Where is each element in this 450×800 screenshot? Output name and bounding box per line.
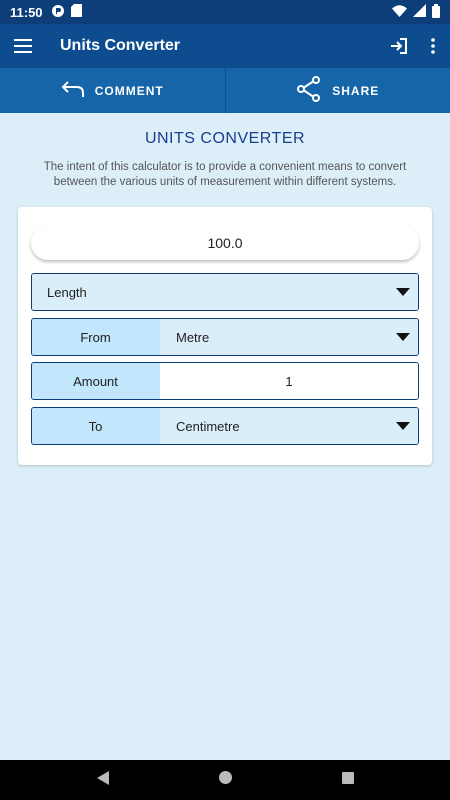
share-button[interactable]: SHARE [224, 68, 450, 113]
category-select[interactable]: Length [31, 273, 419, 311]
signal-icon [413, 4, 426, 20]
dropdown-arrow-icon [396, 288, 410, 296]
menu-icon[interactable] [0, 24, 46, 68]
system-nav-bar [0, 760, 450, 800]
app-title: Units Converter [60, 37, 181, 54]
intro-text: The intent of this calculator is to prov… [43, 161, 407, 188]
page-title: UNITS CONVERTER [144, 130, 306, 147]
sd-card-icon [70, 4, 82, 20]
from-unit-select[interactable]: Metre [160, 319, 418, 355]
category-value: Length [47, 284, 87, 300]
share-label: SHARE [332, 83, 380, 98]
notification-icon [51, 4, 65, 21]
from-row: From Metre [31, 318, 419, 356]
home-icon[interactable] [218, 771, 232, 789]
action-bar: COMMENT SHARE [0, 68, 450, 113]
share-icon [296, 76, 322, 105]
back-icon[interactable] [96, 770, 109, 790]
amount-row: Amount 1 [31, 362, 419, 400]
login-icon[interactable] [382, 24, 416, 68]
more-options-icon[interactable] [416, 24, 450, 68]
reply-arrow-icon [61, 80, 85, 101]
app-bar: Units Converter [0, 24, 450, 68]
comment-label: COMMENT [94, 83, 164, 98]
dropdown-arrow-icon [396, 422, 410, 430]
from-unit-value: Metre [176, 329, 210, 345]
result-display: 100.0 [31, 226, 419, 260]
status-bar: 11:50 [0, 0, 450, 24]
to-unit-value: Centimetre [176, 418, 240, 434]
to-label: To [32, 408, 160, 444]
to-row: To Centimetre [31, 407, 419, 445]
wifi-icon [392, 4, 407, 20]
amount-label: Amount [32, 363, 160, 399]
recents-icon[interactable] [341, 771, 354, 789]
dropdown-arrow-icon [396, 333, 410, 341]
comment-button[interactable]: COMMENT [0, 68, 225, 113]
converter-card: 100.0 Length From Metre Amount 1 To Cent… [18, 207, 432, 465]
battery-icon [432, 3, 440, 21]
status-time: 11:50 [10, 4, 43, 20]
from-label: From [32, 319, 160, 355]
amount-input[interactable]: 1 [160, 363, 418, 399]
to-unit-select[interactable]: Centimetre [160, 408, 418, 444]
